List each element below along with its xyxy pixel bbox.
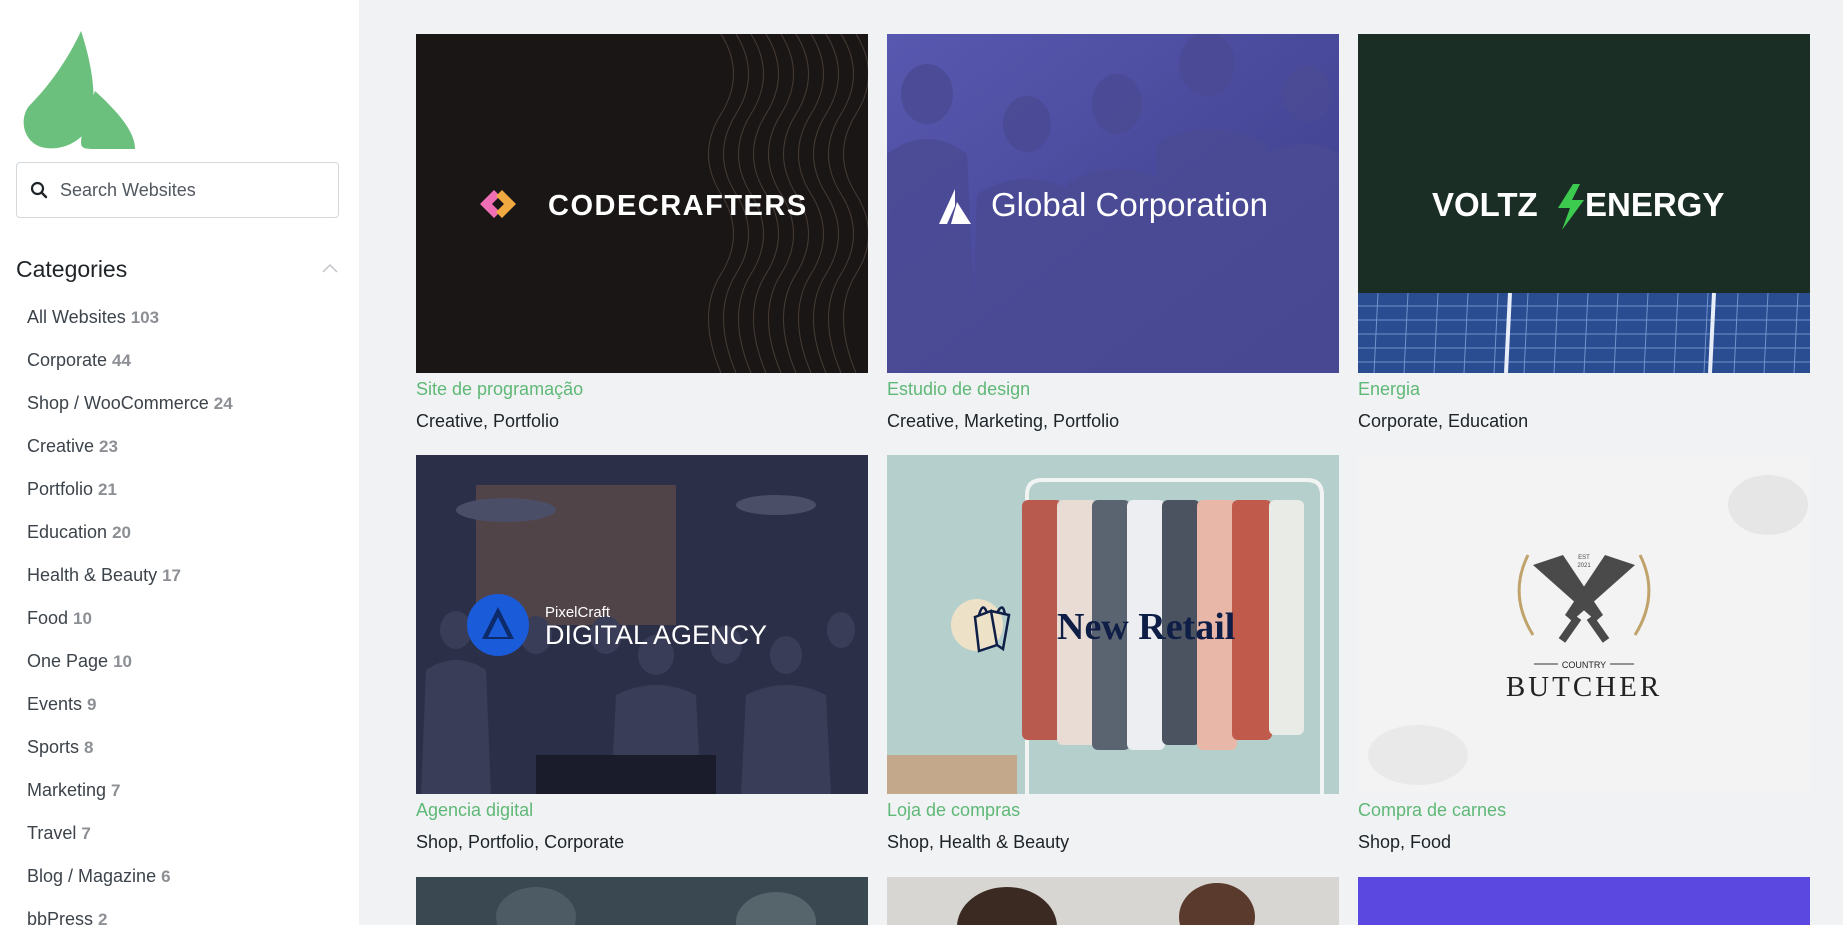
category-item-shop[interactable]: Shop / WooCommerce 24 xyxy=(27,382,233,425)
category-label: Health & Beauty xyxy=(27,565,158,585)
website-card[interactable]: PixelCraft DIGITAL AGENCY Agencia digita… xyxy=(416,455,868,854)
category-count: 7 xyxy=(81,823,91,843)
category-item-sports[interactable]: Sports 8 xyxy=(27,726,233,769)
category-count: 21 xyxy=(98,479,117,499)
website-title[interactable]: Estudio de design xyxy=(887,377,1339,401)
website-title[interactable]: Site de programação xyxy=(416,377,868,401)
category-list: All Websites 103 Corporate 44 Shop / WooCo… xyxy=(27,296,233,925)
website-title[interactable]: Compra de carnes xyxy=(1358,798,1810,822)
category-label: Corporate xyxy=(27,350,108,370)
category-label: Creative xyxy=(27,436,95,456)
chevron-up-icon[interactable] xyxy=(321,260,339,278)
website-card[interactable]: Global Corporation Estudio de design Cre… xyxy=(887,34,1339,433)
category-count: 44 xyxy=(112,350,131,370)
website-card[interactable]: New Retail Loja de compras Shop, Health … xyxy=(887,455,1339,854)
category-label: All Websites xyxy=(27,307,126,327)
category-count: 23 xyxy=(99,436,118,456)
website-categories: Creative, Marketing, Portfolio xyxy=(887,411,1120,431)
category-label: Sports xyxy=(27,737,80,757)
website-card[interactable]: EST 2021 COUNTRY BUTCHER Compra de carne… xyxy=(1358,455,1810,854)
category-item-one-page[interactable]: One Page 10 xyxy=(27,640,233,683)
website-title[interactable]: Agencia digital xyxy=(416,798,868,822)
website-thumbnail[interactable]: PixelCraft DIGITAL AGENCY xyxy=(416,455,868,794)
category-label: Blog / Magazine xyxy=(27,866,157,886)
brand-name-right: ENERGY xyxy=(1585,186,1724,223)
website-categories: Corporate, Education xyxy=(1358,411,1529,431)
category-label: Travel xyxy=(27,823,77,843)
categories-header[interactable]: Categories xyxy=(16,252,339,286)
website-title[interactable]: Loja de compras xyxy=(887,798,1339,822)
category-count: 9 xyxy=(87,694,97,714)
category-label: One Page xyxy=(27,651,109,671)
category-item-events[interactable]: Events 9 xyxy=(27,683,233,726)
website-card[interactable] xyxy=(887,877,1339,925)
brand-name: BUTCHER xyxy=(1506,671,1662,703)
category-label: Food xyxy=(27,608,69,628)
website-thumbnail[interactable]: CODECRAFTERS xyxy=(416,34,868,373)
category-count: 8 xyxy=(84,737,94,757)
category-item-creative[interactable]: Creative 23 xyxy=(27,425,233,468)
brand-name: New Retail xyxy=(1057,606,1235,648)
website-thumbnail[interactable] xyxy=(1358,877,1810,925)
website-thumbnail[interactable] xyxy=(887,877,1339,925)
sidebar: Categories All Websites103 Corporate44 S… xyxy=(0,0,359,925)
website-thumbnail[interactable]: VOLTZ ENERGY xyxy=(1358,34,1810,373)
category-label: bbPress xyxy=(27,909,94,925)
website-categories: Shop, Portfolio, Corporate xyxy=(416,832,625,852)
search-icon xyxy=(30,181,48,199)
category-item-education[interactable]: Education 20 xyxy=(27,511,233,554)
category-item-bbpress[interactable]: bbPress 2 xyxy=(27,898,233,925)
website-thumbnail[interactable]: EST 2021 COUNTRY BUTCHER xyxy=(1358,455,1810,794)
category-count: 20 xyxy=(112,522,131,542)
solar-panels-image xyxy=(1358,293,1810,373)
category-item-all-websites[interactable]: All Websites 103 xyxy=(27,296,233,339)
categories-title: Categories xyxy=(16,255,128,282)
category-count: 24 xyxy=(213,393,233,413)
brand-name-left: VOLTZ xyxy=(1432,186,1538,223)
website-categories: Creative, Portfolio xyxy=(416,411,560,431)
website-thumbnail[interactable]: Global Corporation xyxy=(887,34,1339,373)
brand-name: CODECRAFTERS xyxy=(548,190,808,222)
category-label: Portfolio xyxy=(27,479,94,499)
website-thumbnail[interactable] xyxy=(416,877,868,925)
category-item-marketing[interactable]: Marketing 7 xyxy=(27,769,233,812)
category-count: 10 xyxy=(73,608,92,628)
category-count: 2 xyxy=(98,909,108,925)
category-count: 17 xyxy=(162,565,181,585)
brand-subname: COUNTRY xyxy=(1562,660,1606,670)
category-count: 7 xyxy=(111,780,121,800)
website-thumbnail[interactable]: New Retail xyxy=(887,455,1339,794)
category-count: 103 xyxy=(130,307,160,327)
category-item-blog-magazine[interactable]: Blog / Magazine 6 xyxy=(27,855,233,898)
est-year: 2021 xyxy=(1577,563,1591,569)
category-item-food[interactable]: Food 10 xyxy=(27,597,233,640)
category-item-corporate[interactable]: Corporate 44 xyxy=(27,339,233,382)
website-card[interactable]: CODECRAFTERS Site de programação Creativ… xyxy=(416,34,868,433)
website-categories: Shop, Health & Beauty xyxy=(887,832,1070,852)
website-title[interactable]: Energia xyxy=(1358,377,1810,401)
category-count: 6 xyxy=(161,866,171,886)
category-item-health-beauty[interactable]: Health & Beauty 17 xyxy=(27,554,233,597)
search-box[interactable] xyxy=(16,162,339,218)
brand-name: DIGITAL AGENCY xyxy=(545,620,767,650)
category-count: 10 xyxy=(113,651,132,671)
category-label: Marketing xyxy=(27,780,107,800)
site-logo[interactable] xyxy=(19,31,139,149)
category-item-portfolio[interactable]: Portfolio 21 xyxy=(27,468,233,511)
category-label: Events xyxy=(27,694,83,714)
website-card[interactable]: VOLTZ ENERGY Energia Corporate, Educatio… xyxy=(1358,34,1810,433)
website-card[interactable] xyxy=(1358,877,1810,925)
category-item-travel[interactable]: Travel 7 xyxy=(27,812,233,855)
est-label: EST xyxy=(1578,555,1590,561)
brand-subname: PixelCraft xyxy=(545,604,611,621)
brand-name: Global Corporation xyxy=(991,186,1268,223)
category-label: Education xyxy=(27,522,108,542)
search-input[interactable] xyxy=(60,179,310,201)
category-label: Shop / WooCommerce xyxy=(27,393,209,413)
website-categories: Shop, Food xyxy=(1358,832,1452,852)
website-card[interactable] xyxy=(416,877,868,925)
